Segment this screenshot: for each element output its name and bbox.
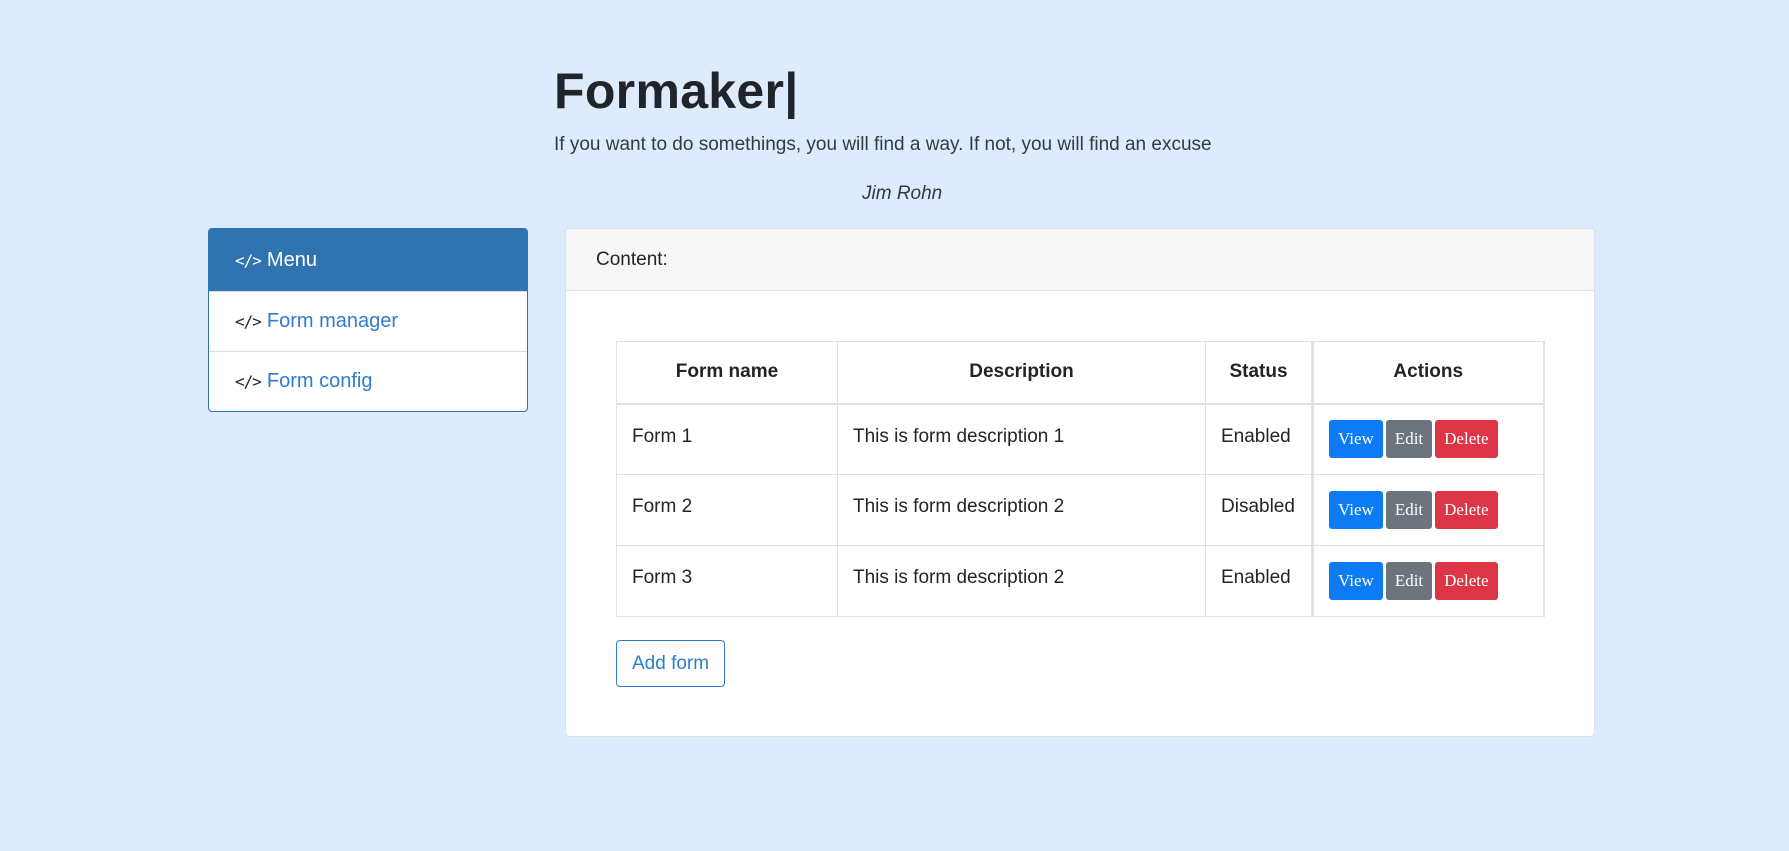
view-button[interactable]: View [1329,562,1383,600]
form-name-cell: Form 1 [616,403,838,475]
code-icon: </> [235,372,262,391]
menu-item-label[interactable]: Form config [267,370,373,393]
table-row: Form 2 This is form description 2 Disabl… [616,474,1545,546]
view-button[interactable]: View [1329,420,1383,459]
form-status-cell: Enabled [1205,545,1313,617]
forms-table: Form name Description Status Actions For… [616,341,1545,617]
table-row: Form 3 This is form description 2 Enable… [616,545,1545,617]
table-header-row: Form name Description Status Actions [616,341,1545,405]
delete-button[interactable]: Delete [1435,491,1498,529]
code-icon: </> [235,312,262,331]
column-header-actions: Actions [1311,341,1545,405]
delete-button[interactable]: Delete [1435,562,1498,600]
column-header-description: Description [837,341,1206,405]
tagline-quote: If you want to do somethings, you will f… [554,134,1212,155]
actions-cell: View Edit Delete [1311,474,1545,546]
table-row: Form 1 This is form description 1 Enable… [616,403,1545,475]
view-button[interactable]: View [1329,491,1383,529]
add-form-button[interactable]: Add form [616,640,726,687]
quote-author: Jim Rohn [862,183,943,204]
form-description-cell: This is form description 2 [837,545,1206,617]
form-status-cell: Disabled [1205,474,1313,546]
delete-button[interactable]: Delete [1435,420,1498,459]
menu-item-label[interactable]: Form manager [267,310,398,333]
edit-button[interactable]: Edit [1385,491,1433,529]
content-card-header: Content: [566,229,1594,291]
page-title: Formaker| [554,63,799,119]
form-status-cell: Enabled [1205,403,1313,475]
form-name-cell: Form 2 [616,474,838,546]
menu-header[interactable]: </> Menu [209,229,527,291]
content-card: Content: Form name Description Status Ac… [565,228,1595,737]
edit-button[interactable]: Edit [1385,562,1433,600]
form-description-cell: This is form description 2 [837,474,1206,546]
actions-cell: View Edit Delete [1311,545,1545,617]
form-name-cell: Form 3 [616,545,838,617]
actions-cell: View Edit Delete [1311,403,1545,475]
column-header-form-name: Form name [616,341,838,405]
column-header-status: Status [1205,341,1313,405]
menu-item-form-manager[interactable]: </> Form manager [209,291,527,351]
edit-button[interactable]: Edit [1385,420,1433,459]
code-icon: </> [235,250,262,270]
sidebar-menu: </> Menu </> Form manager </> Form confi… [208,228,528,412]
form-description-cell: This is form description 1 [837,403,1206,475]
menu-item-form-config[interactable]: </> Form config [209,351,527,411]
menu-header-label: Menu [266,248,317,271]
